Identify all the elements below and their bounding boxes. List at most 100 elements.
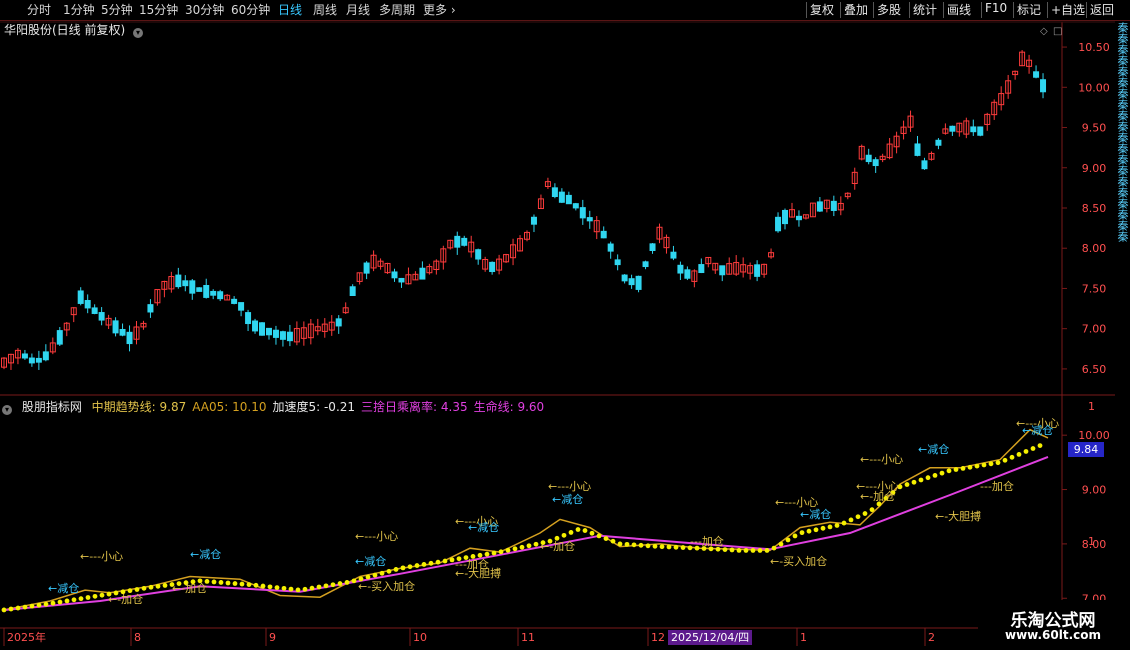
time-label-2: 9 — [269, 631, 276, 644]
signal-label-4: ←-加仓 — [172, 581, 207, 595]
ind-tick-label-1: 9.00 — [1082, 484, 1107, 497]
trend-dot — [330, 582, 336, 588]
trend-dot — [631, 542, 637, 548]
kline-chart[interactable]: 10.50 10.00 9.50 9.00 8.50 8.00 7.50 7.00 6.50 ◇ □… — [0, 0, 1130, 650]
time-label-4: 11 — [521, 631, 535, 644]
candle-body — [126, 331, 133, 345]
trend-dot — [260, 583, 266, 589]
trend-dot — [806, 528, 812, 534]
trend-dot — [946, 468, 952, 474]
candle-body — [935, 139, 942, 146]
trend-dot — [603, 536, 609, 541]
trend-dot — [372, 572, 378, 578]
trend-dot — [533, 541, 539, 547]
time-label-7: 2 — [928, 631, 935, 644]
trend-dot — [239, 581, 245, 587]
trend-dot — [218, 580, 224, 585]
candle-body — [475, 249, 482, 260]
candle-body — [949, 125, 956, 132]
price-tick-label-3: 9.00 — [1082, 162, 1107, 175]
trend-dot — [43, 601, 49, 607]
candle-body — [782, 209, 789, 225]
trend-dot — [225, 580, 231, 586]
candle-body — [245, 312, 252, 325]
candle-body — [816, 201, 823, 212]
candle-body — [775, 216, 782, 232]
candle-body — [147, 304, 154, 313]
ind-tick-top: 1 — [1088, 400, 1095, 413]
candle-body — [530, 216, 537, 225]
candle-body — [579, 207, 586, 219]
trend-dot — [568, 530, 574, 535]
trend-dot — [512, 546, 518, 552]
indicator-field-4: 生命线: 9.60 — [473, 400, 545, 414]
trend-dot — [99, 592, 105, 598]
trend-dot — [435, 559, 441, 565]
indicator-field-1: AA05: 10.10 — [192, 400, 267, 414]
time-label-3: 10 — [413, 631, 427, 644]
trend-dot — [309, 585, 315, 591]
trend-dot — [477, 552, 483, 558]
signal-label-11: ←-大胆搏 — [455, 566, 501, 580]
trend-dot — [988, 461, 994, 467]
candle-body — [175, 274, 182, 288]
trend-dot — [1016, 451, 1022, 457]
signal-label-6: ←减仓 — [355, 554, 386, 568]
trend-dot — [15, 605, 21, 611]
price-tick-label-8: 6.50 — [1082, 363, 1107, 376]
signal-label-2: ←-加仓 — [108, 592, 143, 606]
candle-body — [196, 287, 203, 292]
trend-dot — [841, 520, 847, 526]
trend-dot — [1002, 457, 1008, 463]
signal-label-13: ←减仓 — [552, 492, 583, 506]
site-watermark: 乐淘公式网 www.60lt.com — [978, 600, 1128, 646]
trend-dot — [386, 568, 392, 574]
trend-dot — [645, 543, 651, 549]
candle-body — [572, 203, 579, 209]
candle-body — [614, 259, 621, 266]
price-tick-label-0: 10.50 — [1078, 41, 1110, 54]
trend-dot — [8, 606, 14, 612]
candle-body — [77, 290, 84, 304]
price-tick-label-4: 8.50 — [1082, 202, 1107, 215]
trend-dot — [134, 587, 140, 592]
trend-dot — [498, 549, 504, 555]
signal-label-1: ←减仓 — [48, 581, 79, 595]
candle-body — [461, 237, 468, 246]
trend-dot — [428, 560, 434, 566]
trend-dot — [652, 543, 658, 549]
trend-dot — [869, 507, 875, 513]
candle-body — [112, 320, 119, 334]
trend-dot — [323, 583, 329, 589]
candle-body — [84, 300, 91, 309]
trend-dot — [421, 562, 427, 567]
trend-dot — [141, 585, 147, 591]
candle-body — [363, 262, 370, 274]
signal-label-24: ←-大胆搏 — [935, 509, 981, 523]
candle-body — [21, 353, 28, 359]
trend-dot — [148, 584, 154, 590]
trend-dot — [351, 578, 357, 584]
trend-dot — [953, 467, 959, 472]
trend-dot — [442, 558, 448, 564]
signal-label-26: ←减仓 — [1022, 423, 1053, 437]
trend-dot — [491, 550, 497, 556]
trend-dot — [1037, 443, 1043, 448]
signal-label-12: ←---小心 — [548, 480, 591, 493]
price-tick-label-1: 10.00 — [1078, 81, 1110, 94]
ind-tick-label-0: 10.00 — [1078, 429, 1110, 442]
indicator-header: ▾ 股朋指标网 中期趋势线: 9.87 AA05: 10.10 加速度5: -0.2… — [2, 398, 556, 415]
trend-dot — [666, 544, 672, 550]
candle-body — [628, 278, 635, 286]
watermark-url: www.60lt.com — [1004, 628, 1102, 642]
candle-body — [551, 187, 558, 198]
indicator-toggle-icon[interactable]: ▾ — [2, 405, 12, 415]
indicator-name: 股朋指标网 — [21, 400, 82, 414]
indicator-field-3: 三捨日乘离率: 4.35 — [361, 400, 468, 414]
trend-dot — [834, 523, 840, 528]
trend-dot — [911, 479, 917, 485]
trend-dot — [365, 574, 371, 580]
trend-dot — [22, 604, 28, 610]
signal-label-18: ←减仓 — [800, 507, 831, 521]
candle-body — [210, 290, 217, 296]
